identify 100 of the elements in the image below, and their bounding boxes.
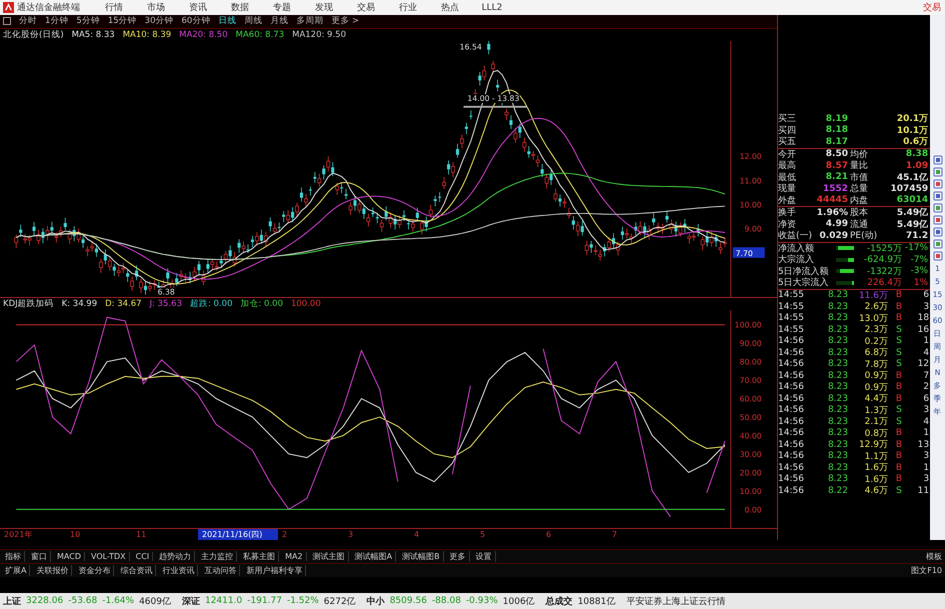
toolbar-icon[interactable] (932, 239, 943, 249)
flow-percent: 1% (912, 278, 930, 288)
tick-time: 14:56 (778, 440, 805, 450)
period-tab[interactable]: 月线 (270, 15, 288, 28)
info-tab[interactable]: 行业资讯 (159, 565, 198, 576)
period-tab[interactable]: 1分钟 (45, 15, 68, 28)
date-label: 4 (413, 530, 420, 540)
tick-volume: 4.6万 (864, 485, 888, 498)
period-tab[interactable]: 30分钟 (144, 15, 174, 28)
period-tab[interactable]: 5分钟 (76, 15, 100, 28)
tick-count: 11 (916, 486, 930, 496)
stat-value: 1552 (822, 184, 848, 194)
period-tab[interactable]: 60分钟 (182, 15, 210, 28)
info-tab[interactable]: 扩展A (2, 565, 30, 576)
tick-volume: 4.4万 (864, 393, 888, 406)
indicator-axis-label: 30.00 (740, 450, 762, 460)
period-tab[interactable]: 更多 > (331, 15, 360, 28)
tick-count: 12 (916, 359, 930, 370)
quote-amount: 20.1万 (896, 113, 928, 126)
stat-label: 内盘 (849, 194, 869, 207)
toolbar-icon[interactable] (932, 155, 943, 165)
toolbar-icon[interactable] (932, 203, 943, 213)
indicator-axis-label: 60.00 (740, 394, 762, 404)
indicator-tab[interactable]: MACD (54, 552, 85, 561)
stat-label: PE(动) (849, 230, 878, 242)
indicator-axis-label: 20.00 (740, 468, 762, 478)
indicator-tab[interactable]: 主力监控 (198, 551, 238, 562)
toolbar-icon[interactable] (932, 167, 943, 177)
data-source: 平安证券上海上证云行情 (626, 596, 726, 608)
tick-count: 7 (922, 370, 930, 381)
indicator-tab[interactable]: 趋势动力 (156, 551, 196, 562)
indicator-tab[interactable]: CCI (132, 552, 154, 561)
stat-label: 市值 (849, 172, 869, 184)
indicator-tab[interactable]: 测试幅图B (399, 551, 444, 562)
stat-label: 均价 (849, 148, 869, 160)
tick-time: 14:56 (778, 416, 805, 427)
tick-volume: 7.8万 (864, 358, 888, 371)
info-tab[interactable]: 关联报价 (33, 565, 72, 576)
indicator-tab[interactable]: 私募主图 (240, 551, 280, 562)
tick-volume: 2.6万 (864, 301, 888, 314)
period-tab[interactable]: 分时 (19, 15, 37, 28)
info-tab[interactable]: 综合资讯 (117, 565, 156, 576)
date-label: 3 (347, 530, 354, 540)
date-label: 2021/11/16(四) (198, 529, 278, 540)
tick-count: 16 (916, 324, 930, 335)
period-tab[interactable]: 日线 (218, 15, 236, 28)
menu-item[interactable]: 行情 (93, 1, 135, 14)
menu-item[interactable]: 行业 (387, 1, 429, 14)
menu-item[interactable]: 交易 (345, 1, 387, 14)
tick-price: 8.22 (826, 486, 848, 496)
index-change: -53.68 (68, 596, 98, 606)
f10-tab[interactable]: 图文F10 (908, 565, 945, 576)
toolbar-icon[interactable] (932, 191, 943, 201)
toolbar-icon[interactable] (932, 215, 943, 225)
tick-volume: 0.9万 (864, 370, 888, 382)
stat-value: 5.49亿 (896, 206, 928, 220)
period-tab[interactable]: 15分钟 (108, 15, 137, 28)
indicator-tab[interactable]: 设置 (472, 551, 496, 562)
toolbar-icon[interactable] (932, 227, 943, 237)
index-value: 3228.06 (26, 596, 64, 606)
price-axis-label: 10.00 (740, 200, 762, 210)
index-percent: -1.64% (102, 596, 134, 606)
series-legend: J: 35.63 (150, 299, 182, 310)
menu-item[interactable]: 发现 (303, 1, 345, 14)
indicator-tab[interactable]: 指标 (2, 551, 25, 562)
tick-side: S (895, 405, 903, 416)
tick-volume: 2.3万 (864, 324, 888, 336)
menu-item[interactable]: 专题 (261, 1, 303, 14)
low-price-label: 6.38 (158, 287, 175, 296)
menu-item[interactable]: LLL2 (471, 2, 513, 12)
template-tab[interactable]: 模板 (923, 551, 945, 562)
tick-volume: 0.2万 (864, 336, 888, 348)
period-tab[interactable]: 周线 (244, 15, 262, 28)
indicator-tab[interactable]: 更多 (446, 551, 470, 562)
menu-item[interactable]: 资讯 (177, 1, 219, 14)
quote-label: 买三 (778, 113, 797, 126)
indicator-tab[interactable]: 测试主图 (310, 551, 349, 562)
indicator-tab[interactable]: 窗口 (28, 551, 51, 562)
quote-label: 买五 (778, 136, 797, 148)
flow-percent: -17% (904, 243, 930, 254)
toolbar-icon[interactable] (932, 179, 943, 189)
info-tab[interactable]: 资金分布 (75, 565, 114, 576)
menu-item[interactable]: 热点 (429, 1, 471, 14)
menu-item[interactable]: 市场 (135, 1, 177, 14)
tick-side: S (895, 336, 903, 346)
period-tab[interactable]: 多周期 (296, 15, 324, 28)
indicator-tab[interactable]: VOL-TDX (88, 552, 130, 561)
flow-label: 5日大宗流入 (778, 276, 830, 290)
indicator-tab[interactable]: 测试幅图A (352, 551, 396, 562)
indicator-axis-label: 40.00 (740, 432, 762, 441)
menu-item[interactable]: 数据 (219, 1, 261, 14)
info-tab[interactable]: 互动问答 (201, 565, 240, 576)
tick-time: 14:56 (778, 451, 805, 462)
ma-value: MA5: 8.33 (72, 30, 115, 40)
stat-label: 今开 (778, 148, 797, 160)
info-tab[interactable]: 新用户福利专享 (243, 565, 306, 576)
indicator-axis-label: 0.00 (744, 505, 762, 514)
toolbar-icon[interactable] (932, 251, 943, 261)
trade-link[interactable]: 交易 (923, 1, 941, 14)
indicator-tab[interactable]: MA2 (282, 552, 307, 561)
